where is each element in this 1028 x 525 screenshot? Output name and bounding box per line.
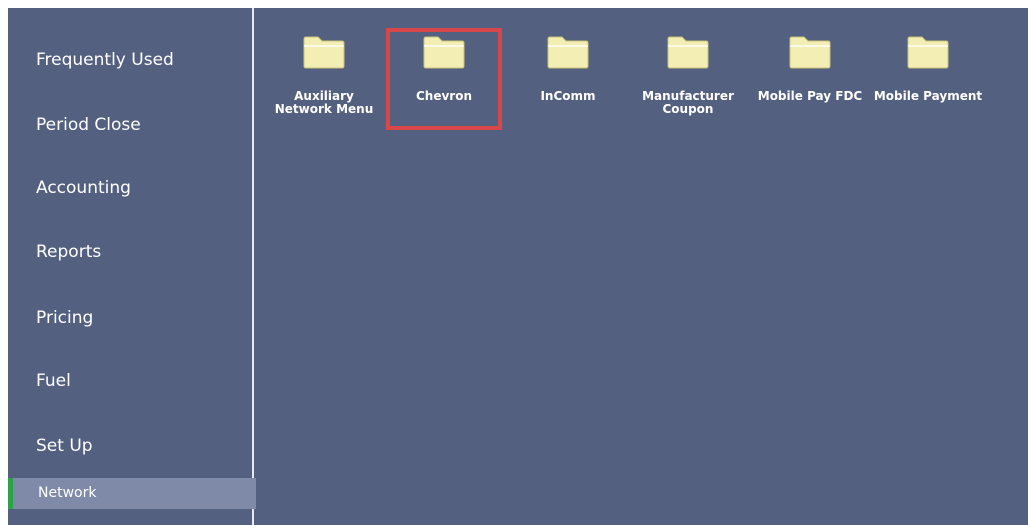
sidebar-item-reports[interactable]: Reports xyxy=(8,220,252,284)
folder-icon xyxy=(667,36,709,69)
sidebar-item-accounting[interactable]: Accounting xyxy=(8,156,252,220)
folder-label: Manufacturer Coupon xyxy=(642,89,734,116)
folder-tile-manufacturer-coupon[interactable]: Manufacturer Coupon xyxy=(630,28,746,130)
folder-label: InComm xyxy=(540,89,596,103)
folder-icon xyxy=(907,36,949,69)
sidebar-item-fuel[interactable]: Fuel xyxy=(8,349,252,413)
folder-icon xyxy=(423,36,465,69)
folder-grid: Auxiliary Network Menu Chevron InComm Ma… xyxy=(256,8,1028,525)
folder-tile-chevron[interactable]: Chevron xyxy=(386,28,502,130)
app-window: Frequently Used Period Close Accounting … xyxy=(8,8,1028,525)
sidebar-item-frequently-used[interactable]: Frequently Used xyxy=(8,28,252,92)
folder-label: Chevron xyxy=(415,89,472,103)
sidebar-item-pricing[interactable]: Pricing xyxy=(8,286,252,350)
folder-tile-auxiliary-network-menu[interactable]: Auxiliary Network Menu xyxy=(266,28,382,130)
sidebar-subitem-network[interactable]: Network xyxy=(8,478,256,509)
sidebar-item-period-close[interactable]: Period Close xyxy=(8,93,252,157)
folder-icon xyxy=(547,36,589,69)
folder-icon xyxy=(789,36,831,69)
folder-tile-mobile-pay-fdc[interactable]: Mobile Pay FDC xyxy=(752,28,868,130)
folder-icon xyxy=(303,36,345,69)
active-indicator xyxy=(8,478,13,509)
folder-tile-incomm[interactable]: InComm xyxy=(510,28,626,130)
folder-label: Auxiliary Network Menu xyxy=(274,89,374,116)
sidebar: Frequently Used Period Close Accounting … xyxy=(8,8,256,525)
folder-tile-mobile-payment[interactable]: Mobile Payment xyxy=(870,28,986,130)
folder-label: Mobile Payment xyxy=(873,89,983,103)
sidebar-subitem-label: Network xyxy=(38,485,97,501)
folder-label: Mobile Pay FDC xyxy=(757,89,863,103)
sidebar-item-set-up[interactable]: Set Up xyxy=(8,414,252,478)
